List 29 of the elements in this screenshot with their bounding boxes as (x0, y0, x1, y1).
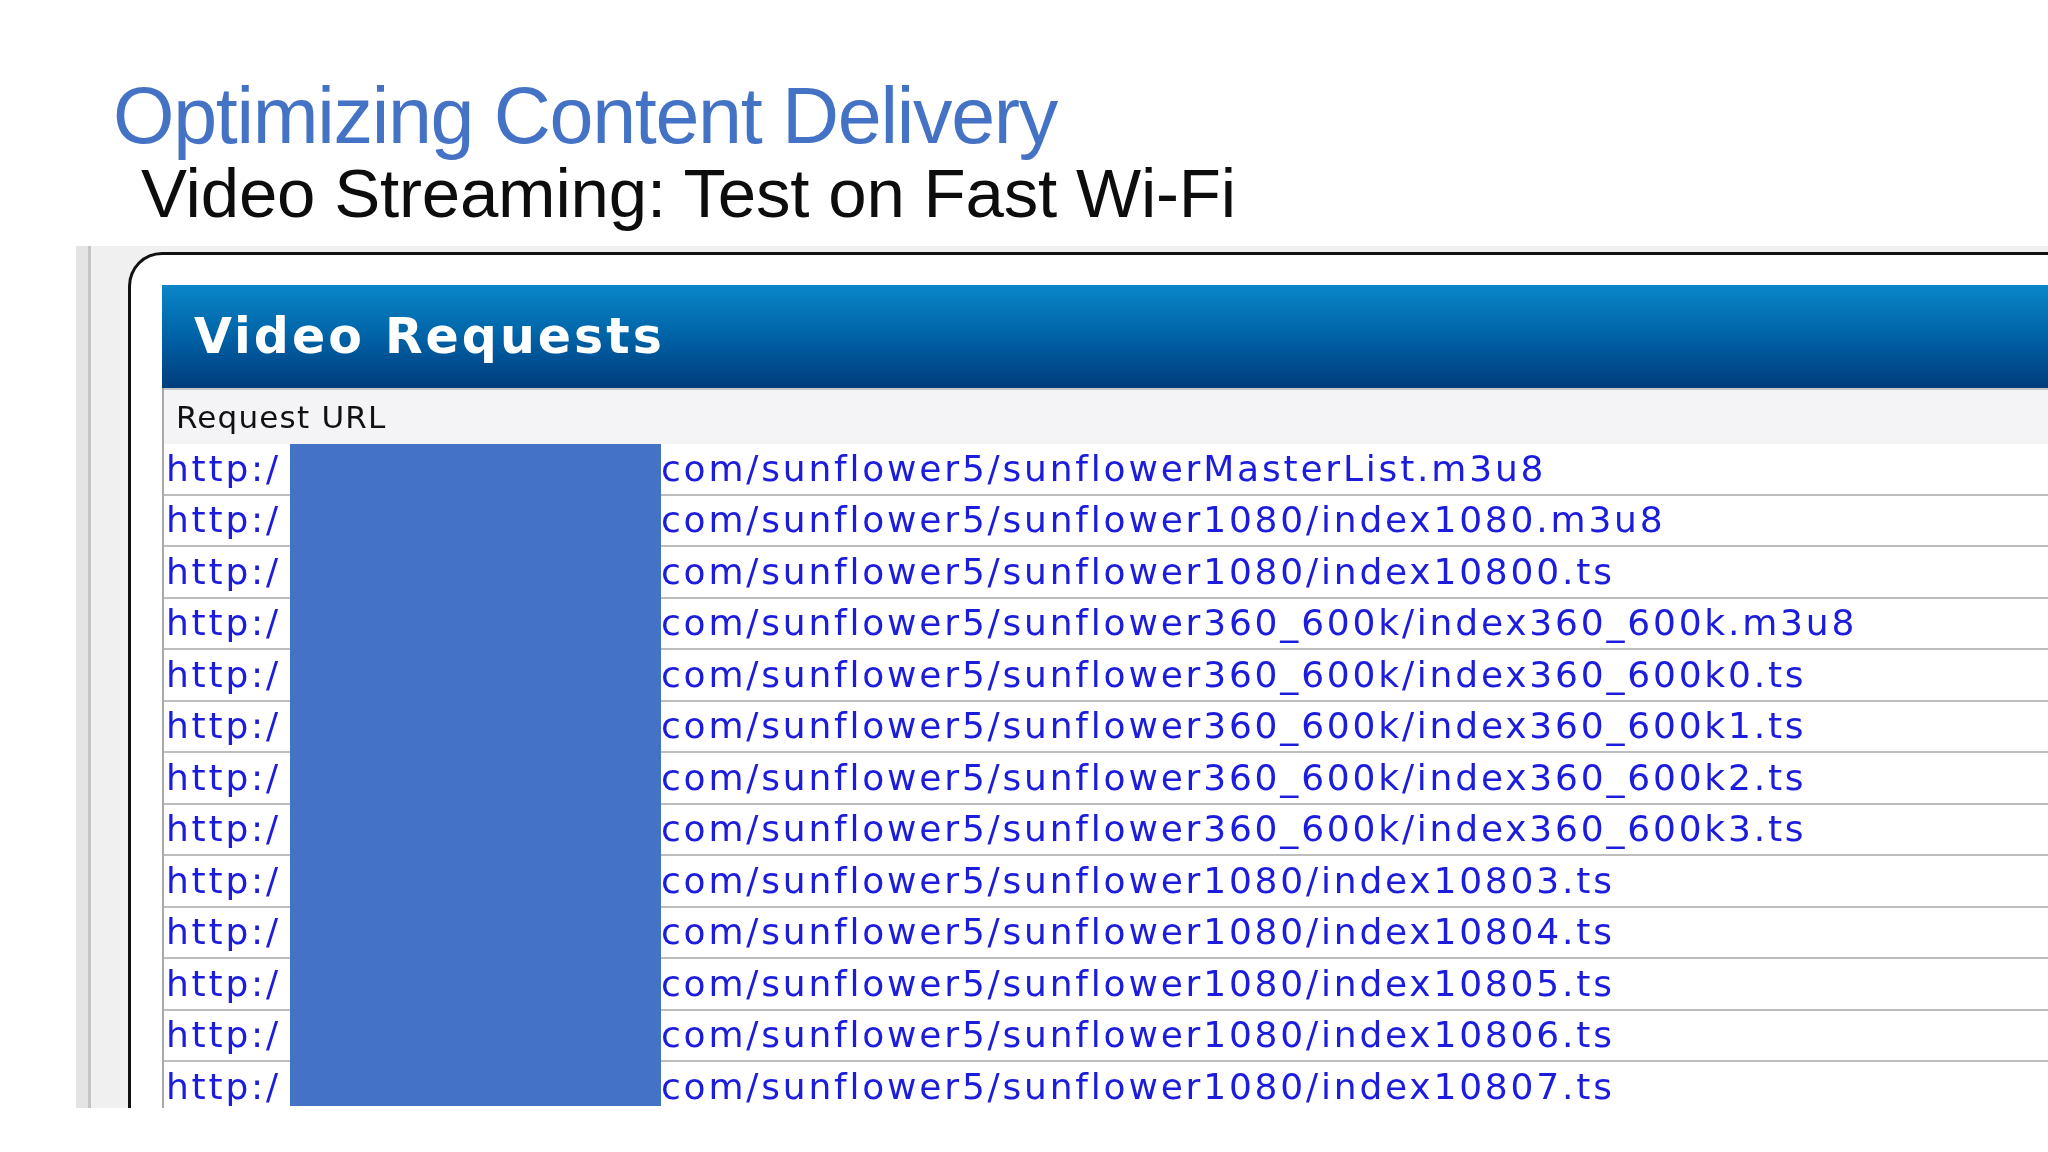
url-scheme-text: http:/ (166, 500, 282, 541)
url-path-text: com/sunflower5/sunflower1080/index1080.m3u8 (661, 500, 1666, 541)
panel-title: Video Requests (194, 308, 665, 365)
url-path-text: com/sunflower5/sunflower360_600k/index360_600k0.ts (661, 654, 1807, 695)
url-path-text: com/sunflower5/sunflower360_600k/index360_600k1.ts (661, 706, 1807, 747)
url-scheme-text: http:/ (166, 757, 282, 798)
url-path-text: com/sunflower5/sunflowerMasterList.m3u8 (661, 448, 1547, 489)
url-path-text: com/sunflower5/sunflower1080/index10800.ts (661, 551, 1615, 592)
url-path-text: com/sunflower5/sunflower360_600k/index360_600k3.ts (661, 809, 1807, 850)
url-scheme-text: http:/ (166, 860, 282, 901)
url-scheme-text: http:/ (166, 963, 282, 1004)
url-scheme-text: http:/ (166, 551, 282, 592)
url-scheme-text: http:/ (166, 654, 282, 695)
url-scheme-text: http:/ (166, 912, 282, 953)
url-scheme-text: http:/ (166, 706, 282, 747)
slide-title: Optimizing Content Delivery (113, 74, 1057, 158)
url-path-text: com/sunflower5/sunflower360_600k/index360_600k.m3u8 (661, 603, 1858, 644)
url-scheme-text: http:/ (166, 448, 282, 489)
url-path-text: com/sunflower5/sunflower1080/index10804.ts (661, 912, 1615, 953)
url-scheme-text: http:/ (166, 603, 282, 644)
url-path-text: com/sunflower5/sunflower1080/index10807.ts (661, 1066, 1615, 1107)
url-path-text: com/sunflower5/sunflower1080/index10806.ts (661, 1015, 1615, 1056)
url-scheme-text: http:/ (166, 1066, 282, 1107)
url-path-text: com/sunflower5/sunflower1080/index10805.ts (661, 963, 1615, 1004)
url-path-text: com/sunflower5/sunflower360_600k/index360_600k2.ts (661, 757, 1807, 798)
url-scheme-text: http:/ (166, 1015, 282, 1056)
url-path-text: com/sunflower5/sunflower1080/index10803.ts (661, 860, 1615, 901)
url-scheme-text: http:/ (166, 809, 282, 850)
column-header: Request URL (164, 388, 2048, 444)
